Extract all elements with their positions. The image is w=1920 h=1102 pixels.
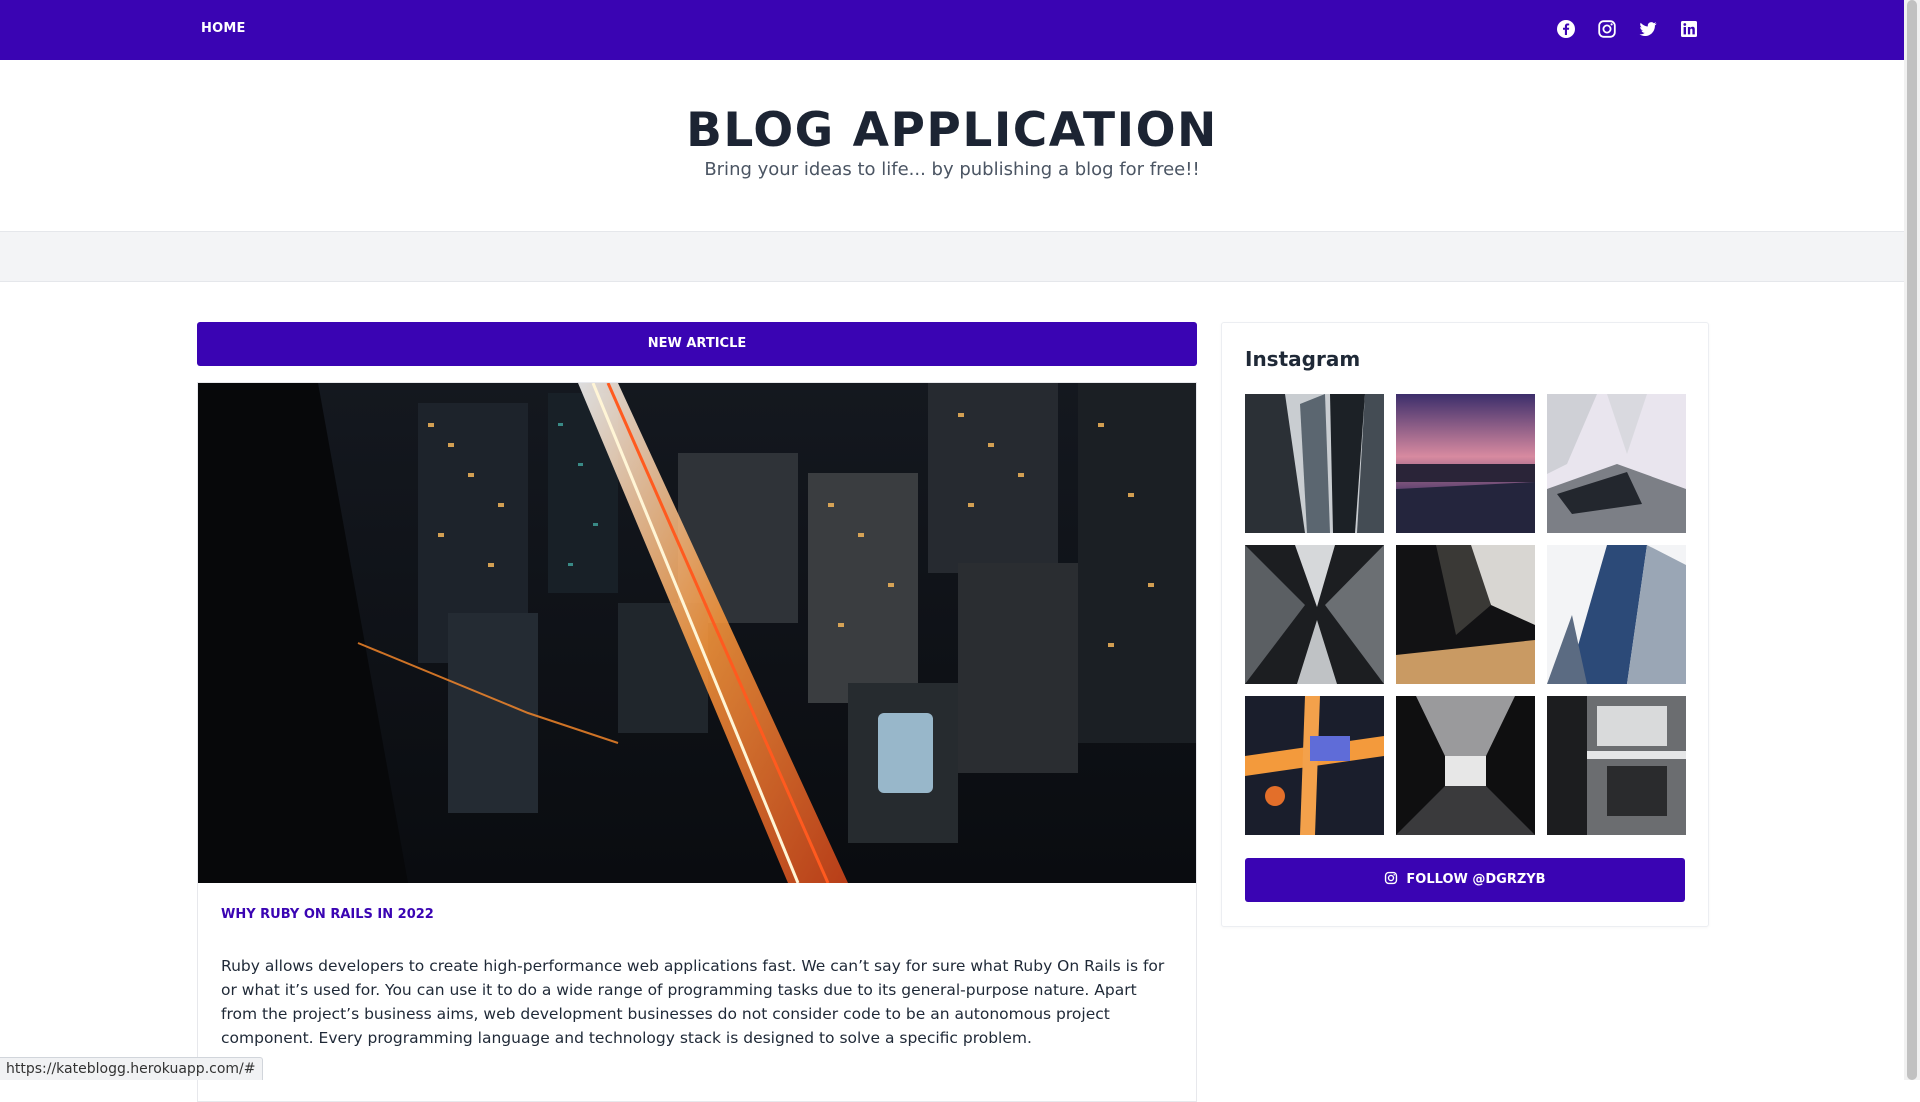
header-divider-band (0, 231, 1904, 282)
instagram-photo[interactable] (1396, 696, 1535, 835)
site-tagline: Bring your ideas to life... by publishin… (704, 159, 1200, 180)
instagram-photo[interactable] (1396, 545, 1535, 684)
twitter-icon[interactable] (1638, 19, 1658, 39)
instagram-photo[interactable] (1547, 394, 1686, 533)
instagram-photo[interactable] (1547, 696, 1686, 835)
new-article-button[interactable]: NEW ARTICLE (197, 322, 1197, 366)
instagram-photo[interactable] (1245, 696, 1384, 835)
instagram-photo[interactable] (1245, 545, 1384, 684)
instagram-photo[interactable] (1547, 545, 1686, 684)
top-navbar: HOME (0, 0, 1904, 60)
instagram-follow-button[interactable]: FOLLOW @DGRZYB (1245, 858, 1685, 902)
instagram-title: Instagram (1245, 347, 1361, 371)
instagram-widget: Instagram FOLLOW @DGRZYB (1221, 322, 1709, 927)
article-excerpt: Ruby allows developers to create high-pe… (221, 957, 1165, 1047)
article-cover-image[interactable] (198, 383, 1196, 883)
follow-button-label: FOLLOW @DGRZYB (1406, 872, 1546, 887)
linkedin-icon[interactable] (1679, 19, 1699, 39)
nav-home-link[interactable]: HOME (201, 21, 246, 36)
instagram-photo[interactable] (1396, 394, 1535, 533)
facebook-icon[interactable] (1556, 19, 1576, 39)
article-card: WHY RUBY ON RAILS IN 2022 Ruby allows de… (197, 382, 1197, 1102)
page-scrollbar[interactable] (1904, 0, 1920, 1080)
instagram-icon[interactable] (1597, 19, 1617, 39)
scrollbar-thumb[interactable] (1907, 0, 1917, 1080)
article-title-link[interactable]: WHY RUBY ON RAILS IN 2022 (221, 907, 434, 922)
instagram-photo[interactable] (1245, 394, 1384, 533)
site-title: BLOG APPLICATION (686, 103, 1218, 158)
instagram-icon (1385, 871, 1398, 885)
status-bar-url: https://kateblogg.herokuapp.com/# (0, 1057, 263, 1080)
